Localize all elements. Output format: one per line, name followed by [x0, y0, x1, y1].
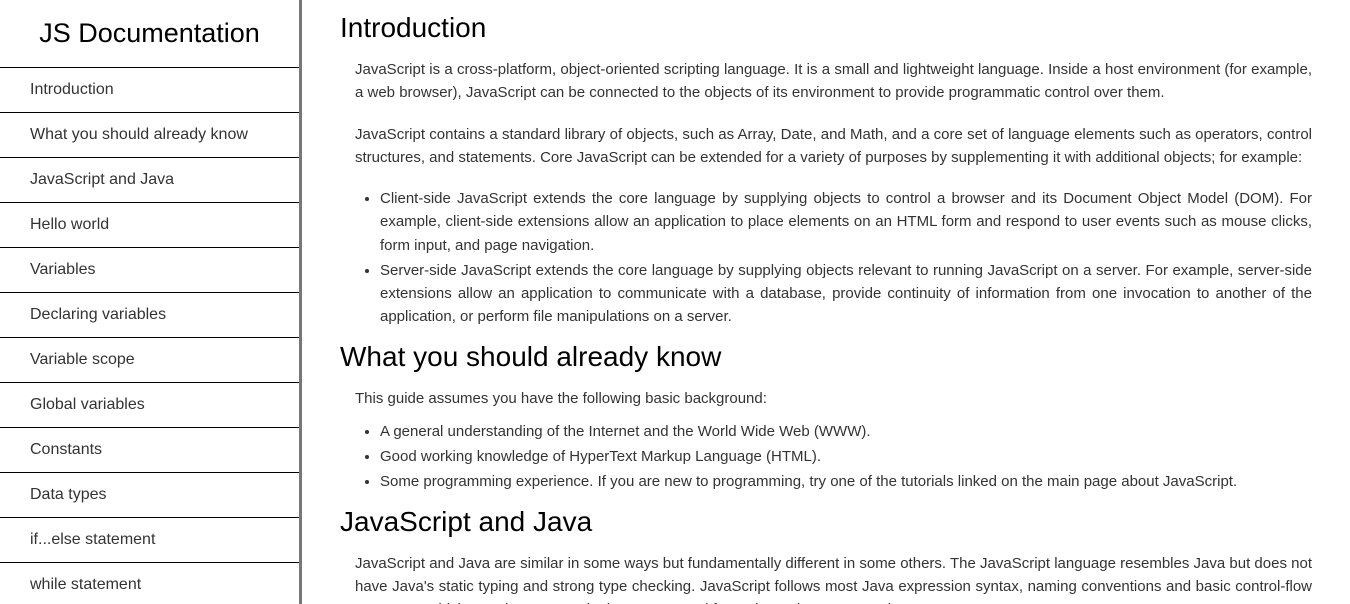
intro-paragraph-1: JavaScript is a cross-platform, object-o… [355, 58, 1312, 105]
nav-item-javascript-and-java[interactable]: JavaScript and Java [0, 158, 299, 203]
know-bullet-3: Some programming experience. If you are … [380, 470, 1312, 493]
nav-item-constants[interactable]: Constants [0, 428, 299, 473]
know-bullet-2: Good working knowledge of HyperText Mark… [380, 445, 1312, 468]
nav-item-global-variables[interactable]: Global variables [0, 383, 299, 428]
know-bullets: A general understanding of the Internet … [380, 420, 1312, 494]
nav-item-declaring-variables[interactable]: Declaring variables [0, 293, 299, 338]
main-content: Introduction JavaScript is a cross-platf… [302, 0, 1350, 604]
section-what-you-should-already-know: What you should already know This guide … [340, 341, 1312, 494]
intro-bullet-1: Client-side JavaScript extends the core … [380, 187, 1312, 257]
heading-java: JavaScript and Java [340, 506, 1312, 538]
sidebar-title: JS Documentation [0, 0, 299, 68]
section-introduction: Introduction JavaScript is a cross-platf… [340, 12, 1312, 329]
intro-paragraph-2: JavaScript contains a standard library o… [355, 123, 1312, 170]
know-bullet-1: A general understanding of the Internet … [380, 420, 1312, 443]
nav-item-data-types[interactable]: Data types [0, 473, 299, 518]
sidebar: JS Documentation Introduction What you s… [0, 0, 302, 604]
nav-list: Introduction What you should already kno… [0, 68, 299, 604]
nav-item-if-else-statement[interactable]: if...else statement [0, 518, 299, 563]
nav-item-variable-scope[interactable]: Variable scope [0, 338, 299, 383]
java-paragraph-1: JavaScript and Java are similar in some … [355, 552, 1312, 604]
nav-item-while-statement[interactable]: while statement [0, 563, 299, 604]
nav-item-what-you-should-already-know[interactable]: What you should already know [0, 113, 299, 158]
know-paragraph-1: This guide assumes you have the followin… [355, 387, 1312, 410]
nav-item-introduction[interactable]: Introduction [0, 68, 299, 113]
app-container: JS Documentation Introduction What you s… [0, 0, 1350, 604]
section-javascript-and-java: JavaScript and Java JavaScript and Java … [340, 506, 1312, 604]
intro-bullet-2: Server-side JavaScript extends the core … [380, 259, 1312, 329]
nav-item-hello-world[interactable]: Hello world [0, 203, 299, 248]
heading-know: What you should already know [340, 341, 1312, 373]
nav-item-variables[interactable]: Variables [0, 248, 299, 293]
intro-bullets: Client-side JavaScript extends the core … [380, 187, 1312, 329]
heading-introduction: Introduction [340, 12, 1312, 44]
